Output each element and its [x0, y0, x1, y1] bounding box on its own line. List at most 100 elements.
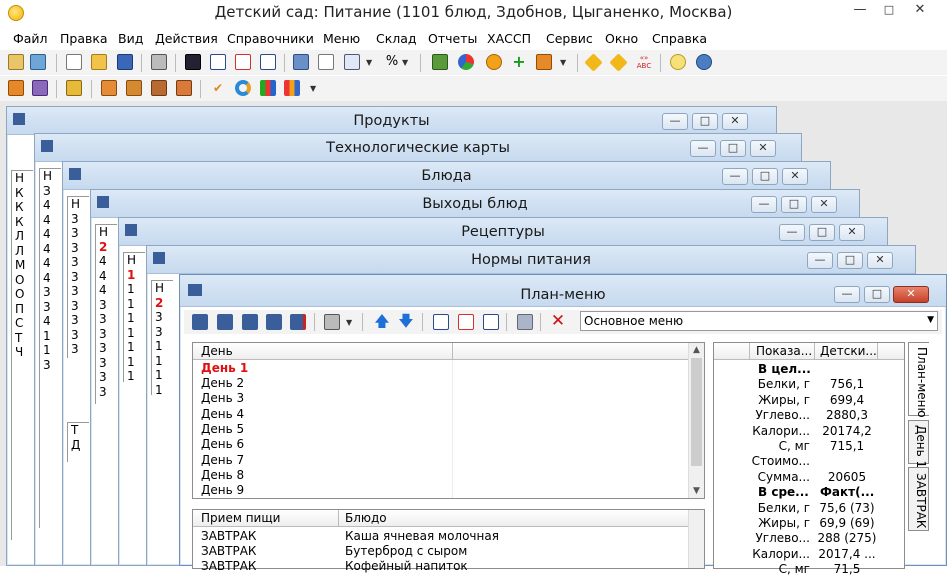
stat-value[interactable]: 2017,4 ... [817, 547, 877, 562]
staff-icon[interactable] [32, 80, 48, 96]
table-row[interactable]: День 9 [201, 483, 244, 498]
stat-value[interactable]: 756,1 [817, 377, 877, 392]
edit-record-icon[interactable] [217, 314, 233, 330]
sort-az-icon[interactable] [210, 54, 226, 70]
chevron-down-icon[interactable]: ▼ [560, 58, 568, 67]
add-record-icon[interactable] [192, 314, 208, 330]
maximize-button[interactable]: □ [781, 196, 807, 213]
stat-value[interactable]: 699,4 [817, 393, 877, 408]
close-button[interactable]: ✕ [811, 196, 837, 213]
binoculars-icon[interactable] [185, 54, 201, 70]
vertical-scrollbar[interactable]: ▲ ▼ [688, 343, 704, 498]
minimize-button[interactable]: — [751, 196, 777, 213]
minimize-button[interactable]: — [779, 224, 805, 241]
arrow-up-icon[interactable]: 🡅 [374, 313, 390, 329]
stat-name[interactable]: Углево... [714, 408, 810, 423]
stat-name[interactable]: С, мг [714, 439, 810, 454]
ingredients-icon[interactable] [432, 54, 448, 70]
stat-name[interactable]: В цел... [714, 362, 811, 377]
stat-value[interactable]: 288 (275) [817, 531, 877, 546]
close-button[interactable]: ✕ [782, 168, 808, 185]
table-cell[interactable]: ЗАВТРАК [201, 544, 256, 559]
save-icon[interactable] [117, 54, 133, 70]
refresh-icon[interactable] [235, 80, 251, 96]
menu-view[interactable]: Вид [118, 31, 143, 46]
spellcheck-icon[interactable]: «» АВС [636, 54, 652, 70]
stat-name[interactable]: Калори... [714, 424, 810, 439]
sort-za-icon[interactable] [483, 314, 499, 330]
close-button[interactable]: ✕ [750, 140, 776, 157]
maximize-button[interactable]: □ [720, 140, 746, 157]
sort-clear-icon[interactable] [235, 54, 251, 70]
table-row[interactable]: День 1 [201, 361, 248, 376]
table-cell[interactable]: ЗАВТРАК [201, 559, 256, 574]
maximize-button[interactable]: □ [864, 286, 890, 303]
stat-value[interactable]: Факт(... [820, 485, 880, 500]
stat-value[interactable] [820, 362, 880, 377]
minimize-button[interactable]: — [722, 168, 748, 185]
stat-value[interactable]: 20605 [817, 470, 877, 485]
table-row[interactable]: День 7 [201, 453, 244, 468]
sort-az-icon[interactable] [433, 314, 449, 330]
stats-table[interactable]: Показа... Детски... В цел... Белки, г 756,… [713, 342, 905, 576]
warning-icon[interactable] [584, 53, 603, 72]
days-table[interactable]: День День 1 День 2 День 3 День 4 День 5 … [192, 342, 705, 499]
menu-edit[interactable]: Правка [60, 31, 108, 46]
chevron-down-icon[interactable]: ▼ [310, 84, 318, 93]
chevron-down-icon[interactable]: ▼ [346, 318, 354, 327]
bar-chart-icon[interactable] [284, 80, 300, 96]
add-row-icon[interactable] [242, 314, 258, 330]
maximize-button[interactable]: □ [809, 224, 835, 241]
table-cell[interactable]: Бутерброд с сыром [345, 544, 467, 559]
stat-name[interactable]: Белки, г [714, 377, 810, 392]
pie-chart-icon[interactable] [458, 54, 474, 70]
tab-breakfast[interactable]: ЗАВТРАК [908, 467, 929, 531]
close-icon[interactable]: ✕ [550, 313, 566, 330]
menu-window[interactable]: Окно [605, 31, 638, 46]
menu-references[interactable]: Справочники [227, 31, 314, 46]
menu-file[interactable]: Файл [13, 31, 48, 46]
scroll-up-icon[interactable]: ▲ [689, 343, 704, 357]
stat-name[interactable]: С, мг [714, 562, 810, 577]
meals-table[interactable]: Прием пищи Блюдо ЗАВТРАК Каша ячневая мо… [192, 509, 705, 573]
users-icon[interactable] [30, 54, 46, 70]
delete-row-icon[interactable] [290, 314, 306, 330]
dish-icon[interactable] [176, 80, 192, 96]
minimize-button[interactable]: — [834, 286, 860, 303]
add-icon[interactable]: + [511, 54, 527, 70]
close-button[interactable]: ✕ [839, 224, 865, 241]
menu-help[interactable]: Справка [652, 31, 707, 46]
idea-icon[interactable] [670, 54, 686, 70]
close-button[interactable]: ✕ [893, 286, 929, 303]
menu-select[interactable]: Основное меню ▼ [580, 311, 938, 331]
menu-haccp[interactable]: ХАССП [487, 31, 531, 46]
scroll-down-icon[interactable]: ▼ [689, 484, 704, 498]
close-button[interactable]: ✕ [867, 252, 893, 269]
table-row[interactable]: День 4 [201, 407, 244, 422]
sort-za-icon[interactable] [260, 54, 276, 70]
preview-icon[interactable] [517, 314, 533, 330]
stat-name[interactable]: Калори... [714, 547, 810, 562]
scroll-thumb[interactable] [691, 358, 702, 466]
chevron-down-icon[interactable]: ▼ [366, 58, 374, 67]
menu-reports[interactable]: Отчеты [428, 31, 477, 46]
lock-icon[interactable] [66, 80, 82, 96]
edit-icon[interactable] [318, 54, 334, 70]
meat-icon[interactable] [151, 80, 167, 96]
stat-name[interactable]: Жиры, г [714, 393, 810, 408]
minimize-button[interactable]: — [807, 252, 833, 269]
stat-name[interactable]: Белки, г [714, 501, 810, 516]
warning-next-icon[interactable] [609, 53, 628, 72]
menu-service[interactable]: Сервис [546, 31, 593, 46]
stat-name[interactable]: Стоимо... [714, 454, 810, 469]
box-icon[interactable] [536, 54, 552, 70]
table-row[interactable]: День 6 [201, 437, 244, 452]
table-cell[interactable]: Каша ячневая молочная [345, 529, 499, 544]
copy-row-icon[interactable] [266, 314, 282, 330]
minimize-button[interactable]: — [690, 140, 716, 157]
table-cell[interactable]: ЗАВТРАК [201, 529, 256, 544]
stat-value[interactable]: 75,6 (73) [817, 501, 877, 516]
menu-actions[interactable]: Действия [155, 31, 218, 46]
percent-icon[interactable]: % [384, 54, 400, 70]
stat-value[interactable] [817, 454, 877, 469]
